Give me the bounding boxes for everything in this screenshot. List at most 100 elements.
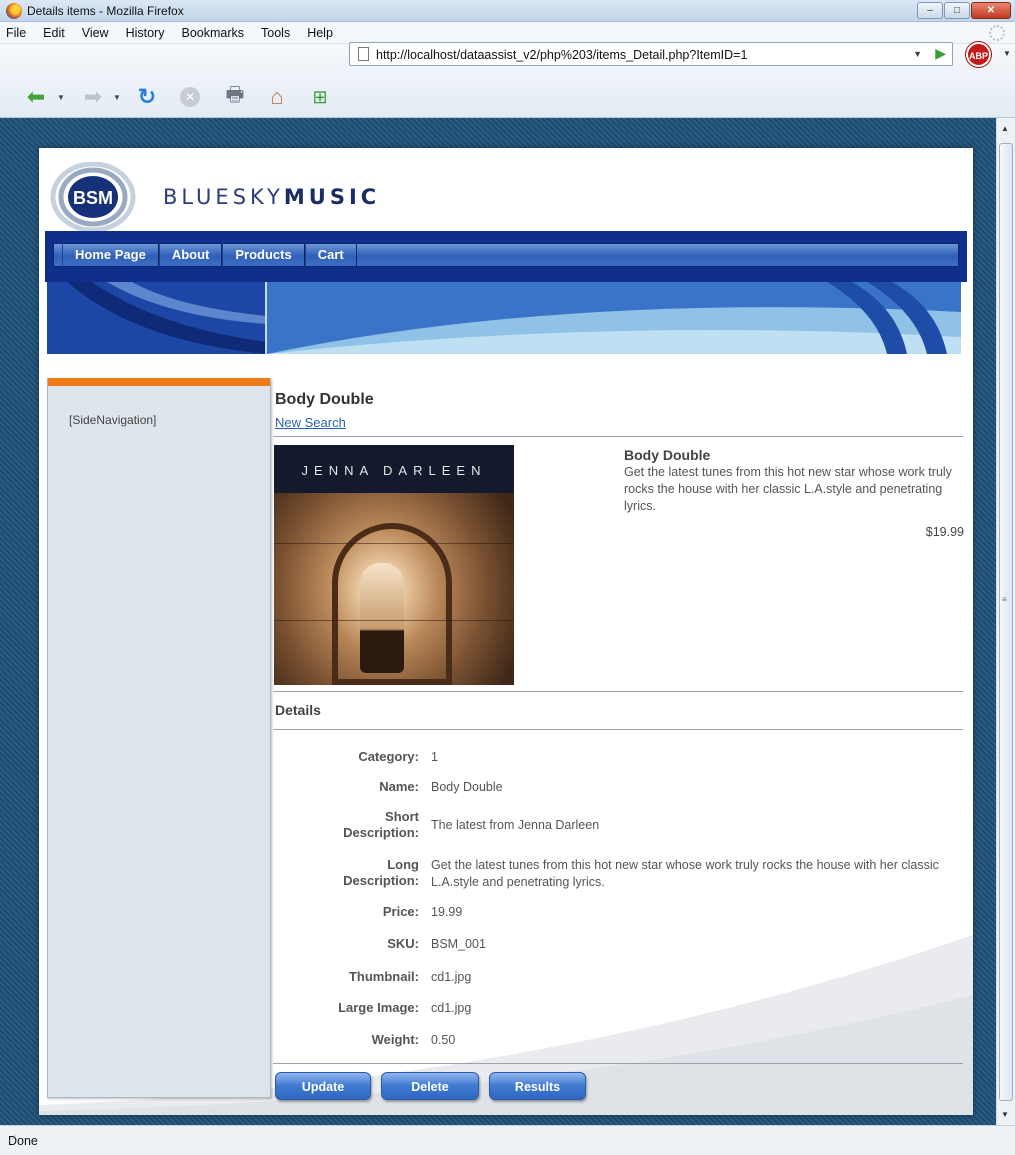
site-wordmark: BLUESKYMUSIC [163,185,380,209]
action-buttons: Update Delete Results [275,1072,596,1100]
wordmark-light: BLUESKY [163,185,284,209]
scroll-down-icon[interactable]: ▼ [1001,1110,1009,1119]
reload-icon[interactable]: ↻ [134,83,160,111]
firefox-icon [6,3,22,19]
field-label: Category: [358,749,419,764]
summary-description: Get the latest tunes from this hot new s… [624,465,952,513]
scrollbar-thumb[interactable] [999,143,1013,1101]
site-banner [47,282,961,354]
cover-artist-text: JENNA DARLEEN [301,463,487,478]
adblock-icon[interactable]: ABP [966,42,991,67]
nav-products[interactable]: Products [222,243,305,267]
item-summary: Body Double Get the latest tunes from th… [624,447,964,539]
page-container: BSM BLUESKYMUSIC Home Page About Product… [39,148,973,1115]
summary-price: $19.99 [925,525,964,539]
address-bar[interactable]: ▼ ▶ [349,42,953,66]
menu-bar: File Edit View History Bookmarks Tools H… [0,22,1015,44]
results-button[interactable]: Results [489,1072,586,1100]
divider [273,729,963,730]
url-history-dropdown-icon[interactable]: ▼ [913,46,922,62]
field-value: cd1.jpg [431,970,472,984]
nav-cart[interactable]: Cart [304,243,357,267]
field-label: Large Image: [338,1000,419,1015]
field-value: 1 [431,750,438,764]
page-viewport: BSM BLUESKYMUSIC Home Page About Product… [0,118,996,1125]
throbber-icon [989,25,1005,41]
site-logo[interactable]: BSM BLUESKYMUSIC [47,162,380,232]
field-value: 0.50 [431,1033,456,1047]
field-label: SKU: [387,936,419,951]
logo-badge: BSM [73,188,113,208]
window-titlebar: Details items - Mozilla Firefox – □ ✕ [0,0,1015,22]
adblock-dropdown-icon[interactable]: ▼ [1003,49,1011,58]
page-icon [358,47,369,61]
window-title: Details items - Mozilla Firefox [27,4,184,18]
field-label: Long Description: [343,857,419,888]
field-value: Body Double [431,780,503,794]
field-value: Get the latest tunes from this hot new s… [431,858,939,889]
cover-figure [360,563,404,673]
field-label: Price: [382,904,419,919]
field-row-large-image: Large Image: cd1.jpg [273,1000,963,1017]
back-icon[interactable]: ⬅ [22,83,50,111]
menu-file[interactable]: File [4,24,28,42]
field-row-name: Name: Body Double [273,779,963,796]
side-navigation-panel: [SideNavigation] [47,378,271,1098]
menu-help[interactable]: Help [305,24,335,42]
menu-bookmarks[interactable]: Bookmarks [179,24,246,42]
back-history-dropdown-icon[interactable]: ▼ [56,83,66,111]
field-row-category: Category: 1 [273,749,963,766]
minimize-button[interactable]: – [917,2,943,19]
menu-tools[interactable]: Tools [259,24,292,42]
field-value: 19.99 [431,905,463,919]
nav-items: Home Page About Products Cart [62,243,357,267]
forward-icon[interactable]: ➡ [80,83,106,111]
field-row-long-description: Long Description: Get the latest tunes f… [273,857,963,891]
field-value: BSM_001 [431,937,486,951]
field-row-price: Price: 19.99 [273,904,963,921]
sidebar-accent-stripe [48,378,270,386]
scrollbar-grip-icon: ≡ [1002,595,1007,604]
album-cover-image: JENNA DARLEEN [274,445,514,685]
forward-history-dropdown-icon[interactable]: ▼ [112,83,122,111]
wordmark-bold: MUSIC [283,185,381,209]
nav-home-page[interactable]: Home Page [62,243,159,267]
maximize-button[interactable]: □ [944,2,970,19]
divider [273,436,963,437]
field-row-weight: Weight: 0.50 [273,1032,963,1049]
home-icon[interactable]: ⌂ [263,83,291,111]
menu-history[interactable]: History [124,24,167,42]
stop-icon[interactable]: ✕ [178,83,202,111]
cover-line [274,620,514,621]
delete-button[interactable]: Delete [381,1072,479,1100]
update-button[interactable]: Update [275,1072,371,1100]
field-value: The latest from Jenna Darleen [431,817,600,832]
print-icon[interactable]: 🖶 [221,83,249,111]
field-label: Name: [379,779,419,794]
url-input[interactable] [376,46,896,63]
summary-name: Body Double [624,447,711,463]
logo-rings-icon: BSM [50,162,136,232]
go-icon[interactable]: ▶ [935,45,946,62]
menu-view[interactable]: View [80,24,111,42]
new-tab-icon[interactable]: ⊞ [306,83,334,111]
side-navigation-placeholder: [SideNavigation] [69,413,157,427]
vertical-scrollbar[interactable]: ▲ ≡ ▼ [996,118,1015,1125]
scroll-up-icon[interactable]: ▲ [1001,124,1009,133]
field-row-sku: SKU: BSM_001 [273,936,963,953]
field-row-short-description: Short Description: The latest from Jenna… [273,809,963,841]
field-label: Weight: [371,1032,419,1047]
divider [273,691,963,692]
close-button[interactable]: ✕ [971,2,1011,19]
nav-about[interactable]: About [158,243,223,267]
site-top-nav: Home Page About Products Cart [45,231,967,282]
page-title: Body Double [275,391,374,408]
divider [273,1063,963,1064]
status-bar: Done ⋰ [0,1125,1015,1155]
new-search-link[interactable]: New Search [275,415,346,430]
field-label: Thumbnail: [348,969,419,984]
menu-edit[interactable]: Edit [41,24,67,42]
resize-grip-icon[interactable]: ⋰ [8,1134,1011,1153]
details-heading: Details [275,702,321,718]
field-label: Short Description: [343,809,419,840]
